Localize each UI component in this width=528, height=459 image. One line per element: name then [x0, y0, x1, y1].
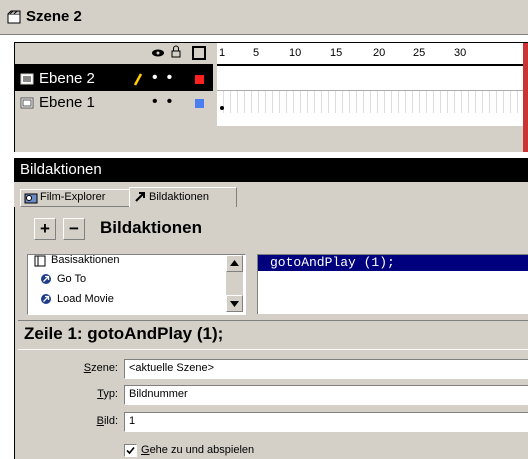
frame-value: 1 [129, 415, 136, 427]
layer-row-ebene-1[interactable]: Ebene 1 •• [15, 91, 213, 125]
layer-name: Ebene 2 [39, 70, 95, 87]
scroll-down-button[interactable] [226, 295, 243, 312]
script-line-selected[interactable]: gotoAndPlay (1); [258, 255, 528, 271]
layer-row-ebene-2[interactable]: Ebene 2 •• [15, 67, 213, 91]
scene-label-text: zene: [91, 362, 118, 374]
script-line-text: gotoAndPlay (1); [270, 255, 395, 270]
list-item-basisaktionen[interactable]: Basisaktionen [51, 254, 120, 266]
outline-toggle-icon[interactable] [192, 46, 206, 60]
scroll-up-button[interactable] [226, 255, 243, 272]
type-label: Typ: [97, 388, 118, 400]
panel-title-bar: Bildaktionen [14, 158, 528, 182]
frames-grid[interactable] [217, 66, 523, 126]
ruler-label: 15 [330, 47, 343, 59]
pencil-icon [133, 73, 143, 86]
scene-title: Szene 2 [26, 8, 82, 25]
actions-list-scrollbar[interactable] [226, 255, 243, 312]
checkmark-icon [126, 446, 135, 455]
action-icon [41, 294, 51, 304]
arrow-up-icon [230, 260, 239, 266]
lock-icon[interactable] [171, 45, 181, 58]
ruler-label: 5 [253, 47, 260, 59]
tab-label: Bildaktionen [149, 191, 209, 203]
layer-name: Ebene 1 [39, 94, 95, 111]
book-icon [34, 255, 46, 267]
scene-label: Szene: [83, 362, 118, 374]
frame-ruler[interactable] [217, 43, 523, 64]
actions-header: Bildaktionen [100, 218, 203, 237]
arrow-icon [135, 192, 145, 202]
ruler-label: 20 [373, 47, 386, 59]
ruler-label: 1 [219, 47, 226, 59]
panel-title: Bildaktionen [20, 161, 102, 178]
list-item-go-to[interactable]: Go To [57, 273, 86, 285]
scene-field[interactable]: <aktuelle Szene> [124, 359, 528, 379]
frame-label: Bild: [96, 415, 118, 427]
type-field[interactable]: Bildnummer [124, 385, 528, 405]
ruler-label: 10 [289, 47, 302, 59]
ruler-label: 25 [413, 47, 426, 59]
arrow-down-icon [230, 301, 239, 307]
layer-icon [20, 73, 34, 85]
eye-icon[interactable] [151, 47, 165, 59]
layer-color-swatch[interactable] [195, 75, 204, 84]
play-checkbox-label[interactable]: Gehe zu und abspielen [141, 444, 254, 456]
tab-bildaktionen[interactable]: Bildaktionen [129, 187, 237, 208]
layer-visibility-dots[interactable]: •• [152, 69, 181, 87]
tab-film-explorer[interactable]: Film-Explorer [20, 189, 130, 207]
action-icon [41, 274, 51, 284]
scene-icon [7, 10, 21, 24]
tab-label: Film-Explorer [40, 191, 106, 203]
line-info: Zeile 1: gotoAndPlay (1); [24, 324, 224, 343]
add-action-button[interactable]: + [34, 218, 56, 240]
layer-visibility-dots[interactable]: •• [152, 93, 181, 111]
frame-field[interactable]: 1 [124, 412, 528, 432]
type-label-text: yp: [103, 388, 118, 400]
play-checkbox[interactable] [124, 444, 137, 457]
layer-list-empty [15, 125, 213, 152]
layer-color-swatch[interactable] [195, 99, 204, 108]
remove-action-button[interactable]: − [63, 218, 85, 240]
type-value: Bildnummer [129, 388, 188, 400]
list-item-load-movie[interactable]: Load Movie [57, 293, 114, 305]
movie-explorer-icon [24, 193, 38, 204]
frame-label-text: ild: [103, 415, 118, 427]
play-checkbox-label-text: ehe zu und abspielen [149, 444, 255, 456]
layer-icon [20, 97, 34, 109]
ruler-label: 30 [454, 47, 467, 59]
timeline-bottom-bar [217, 126, 523, 152]
playhead[interactable] [523, 43, 528, 152]
scene-value: <aktuelle Szene> [129, 362, 215, 374]
